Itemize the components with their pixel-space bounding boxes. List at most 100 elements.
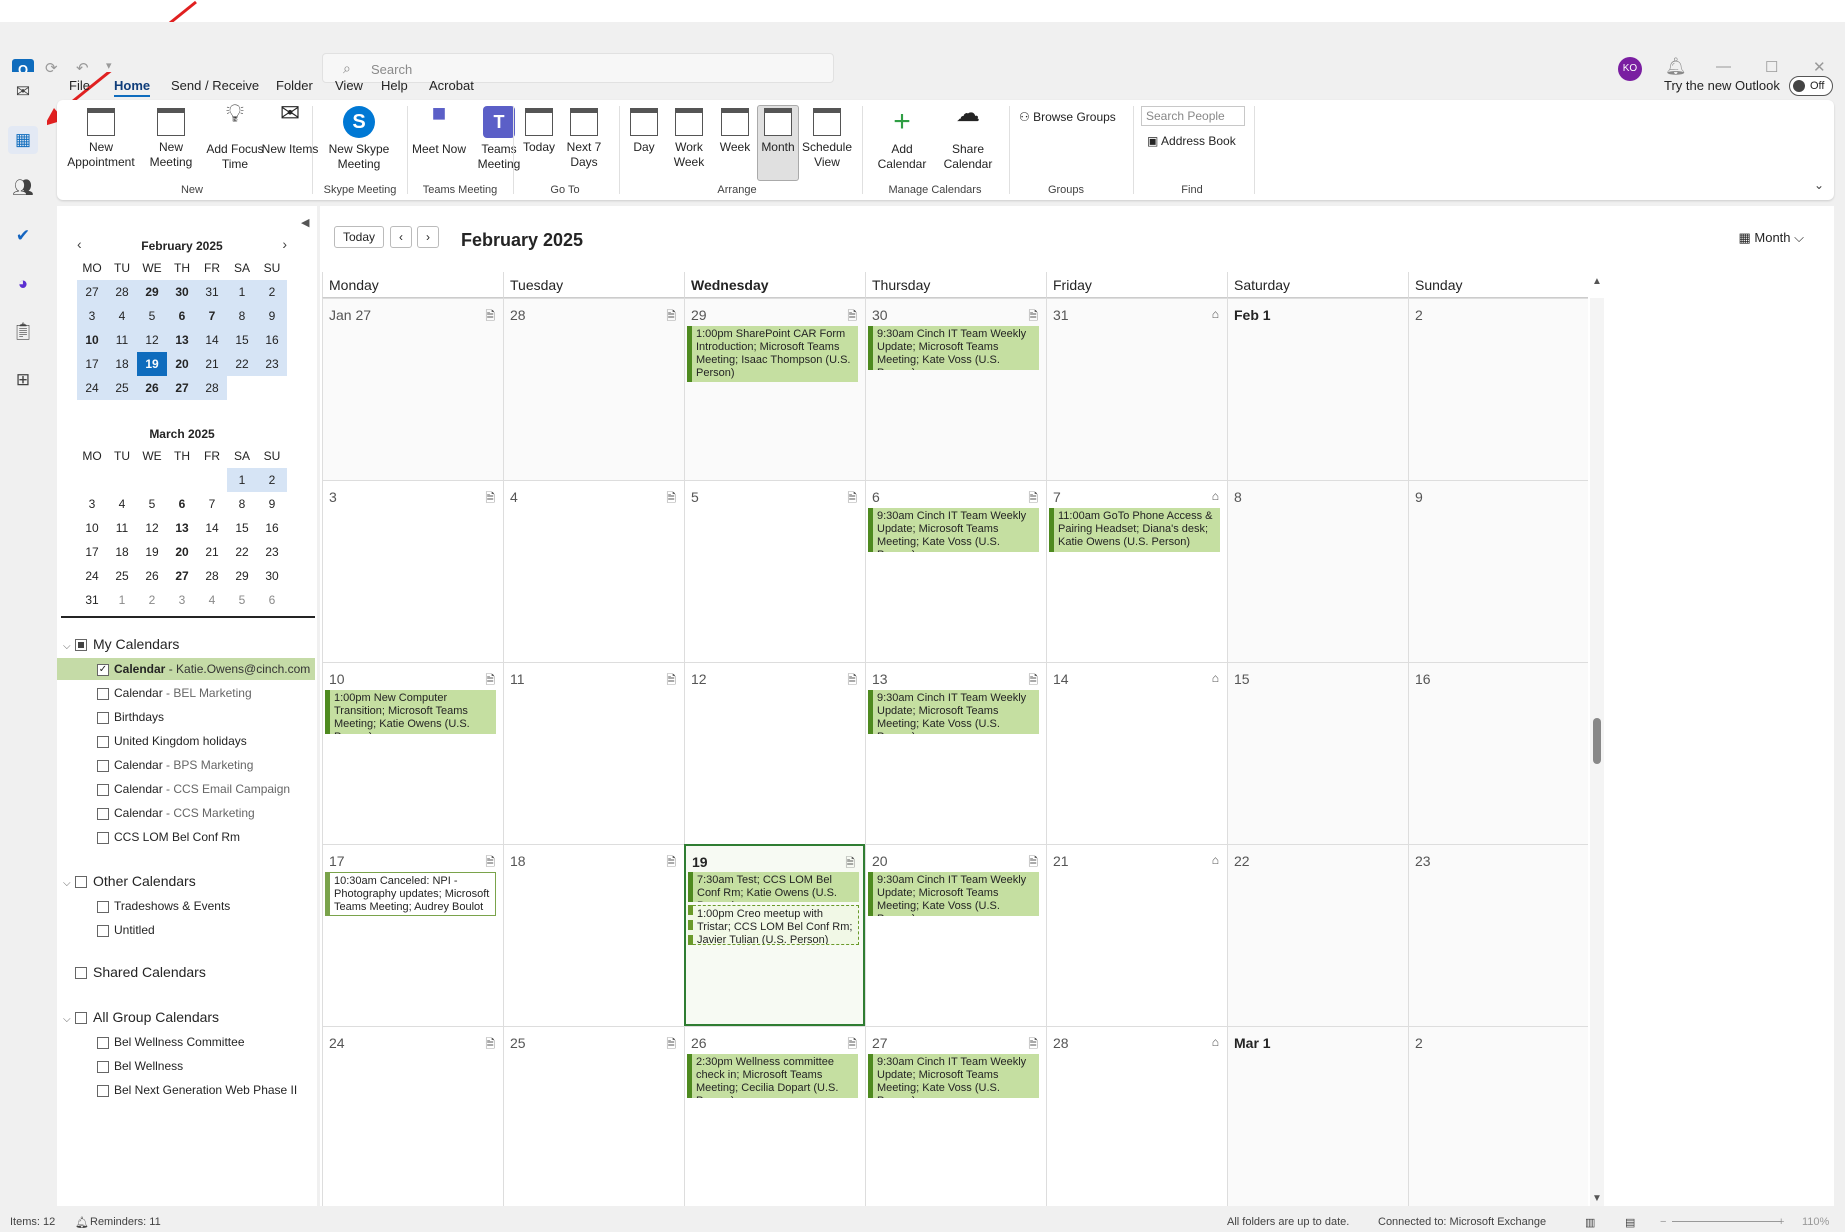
new-meeting-button[interactable]: New Meeting (143, 106, 199, 170)
mini-day[interactable]: 4 (107, 304, 137, 328)
add-calendar-button[interactable]: + Add Calendar (867, 106, 937, 172)
mini-day[interactable]: 27 (167, 564, 197, 588)
mini-day[interactable]: 3 (77, 304, 107, 328)
day-cell[interactable]: 30 🗎 9:30am Cinch IT Team Weekly Update; … (865, 298, 1046, 480)
mini-day[interactable]: 20 (167, 352, 197, 376)
calendar-item[interactable]: Birthdays (57, 706, 315, 728)
mini-day[interactable]: 24 (77, 376, 107, 400)
mini-day[interactable]: 23 (257, 540, 287, 564)
maximize-icon[interactable]: ☐ (1765, 58, 1778, 76)
day-cell-today[interactable]: 19 🗎 7:30am Test; CCS LOM Bel Conf Rm; Ka… (684, 844, 865, 1026)
mini-day[interactable]: 1 (227, 280, 257, 304)
day-cell[interactable]: 31 ⌂ (1046, 298, 1227, 480)
event-item[interactable]: 11:00am GoTo Phone Access & Pairing Head… (1049, 508, 1220, 552)
checkbox[interactable] (97, 712, 109, 724)
tab-send-receive[interactable]: Send / Receive (171, 78, 259, 93)
day-cell[interactable]: 13 🗎 9:30am Cinch IT Team Weekly Update; … (865, 662, 1046, 844)
event-item[interactable]: 9:30am Cinch IT Team Weekly Update; Micr… (868, 508, 1039, 552)
work-week-view-button[interactable]: Work Week (667, 106, 711, 170)
day-cell[interactable]: 16 (1408, 662, 1588, 844)
search-people-input[interactable]: Search People (1141, 106, 1245, 126)
mini-day[interactable]: 25 (107, 564, 137, 588)
tab-view[interactable]: View (335, 78, 363, 93)
reading-view-icon[interactable]: ▤ (1625, 1216, 1635, 1229)
reminders-count[interactable]: Reminders: 11 (90, 1216, 161, 1228)
day-cell[interactable]: 21 ⌂ (1046, 844, 1227, 1026)
day-cell[interactable]: 28 ⌂ (1046, 1026, 1227, 1206)
mini-day[interactable]: 4 (197, 588, 227, 612)
next-month-icon[interactable]: › (282, 236, 287, 252)
day-cell[interactable]: 12 🗎 (684, 662, 865, 844)
calendar-item[interactable]: Tradeshows & Events (57, 895, 315, 917)
today-nav-button[interactable]: Today (334, 226, 384, 248)
my-calendars-header[interactable]: ⌵ My Calendars (63, 636, 179, 652)
day-cell[interactable]: 7 ⌂ 11:00am GoTo Phone Access & Pairing H… (1046, 480, 1227, 662)
calendar-icon[interactable]: ▦ (8, 126, 38, 154)
mini-day[interactable]: 4 (107, 492, 137, 516)
scroll-up-icon[interactable]: ▲ (1592, 276, 1602, 287)
mini-day[interactable]: 26 (137, 564, 167, 588)
mini-day[interactable]: 16 (257, 328, 287, 352)
mini-day[interactable]: 15 (227, 328, 257, 352)
day-cell[interactable]: 14 ⌂ (1046, 662, 1227, 844)
event-item[interactable]: 1:00pm New Computer Transition; Microsof… (325, 690, 496, 734)
mini-day[interactable]: 7 (197, 492, 227, 516)
copilot-icon[interactable]: ◕ (8, 270, 38, 298)
mini-day[interactable]: 17 (77, 540, 107, 564)
mini-day[interactable]: 15 (227, 516, 257, 540)
mini-day[interactable] (167, 468, 197, 492)
group-checkbox[interactable] (75, 876, 87, 889)
share-calendar-button[interactable]: ☁ Share Calendar (933, 102, 1003, 172)
mini-day[interactable]: 2 (137, 588, 167, 612)
mini-day[interactable]: 21 (197, 540, 227, 564)
new-skype-meeting-button[interactable]: S New Skype Meeting (319, 106, 399, 172)
mini-day[interactable]: 11 (107, 516, 137, 540)
mini-day[interactable]: 18 (107, 540, 137, 564)
mini-day[interactable]: 13 (167, 516, 197, 540)
tab-help[interactable]: Help (381, 78, 408, 93)
mini-day[interactable]: 1 (107, 588, 137, 612)
mini-day[interactable]: 10 (77, 328, 107, 352)
mini-day[interactable]: 14 (197, 516, 227, 540)
day-cell[interactable]: 10 🗎 1:00pm New Computer Transition; Micr… (322, 662, 503, 844)
close-icon[interactable]: ✕ (1813, 58, 1826, 76)
month-view-button[interactable]: Month (757, 105, 799, 181)
event-item[interactable]: 7:30am Test; CCS LOM Bel Conf Rm; Katie … (688, 872, 859, 902)
next-icon[interactable]: › (417, 226, 439, 248)
day-cell[interactable]: 17 🗎 10:30am Canceled: NPI - Photography … (322, 844, 503, 1026)
day-cell[interactable]: 11 🗎 (503, 662, 684, 844)
day-cell[interactable]: 2 (1408, 298, 1588, 480)
calendar-item[interactable]: Calendar - CCS Email Campaign (57, 778, 315, 800)
group-checkbox[interactable] (75, 967, 87, 980)
previous-month-icon[interactable]: ‹ (77, 236, 82, 252)
mini-day-today[interactable]: 19 (137, 352, 167, 376)
new-outlook-toggle[interactable]: Off (1789, 76, 1833, 96)
mini-day[interactable]: 29 (227, 564, 257, 588)
day-cell[interactable]: 24 🗎 (322, 1026, 503, 1206)
mini-day[interactable]: 22 (227, 352, 257, 376)
day-cell[interactable]: 25 🗎 (503, 1026, 684, 1206)
checkbox[interactable] (97, 784, 109, 796)
mini-day[interactable] (227, 376, 257, 400)
scrollbar-thumb[interactable] (1593, 718, 1601, 764)
mini-day[interactable]: 30 (167, 280, 197, 304)
checkbox[interactable] (97, 736, 109, 748)
collapse-pane-icon[interactable]: ◀ (301, 216, 309, 229)
calendar-item[interactable]: Calendar - BPS Marketing (57, 754, 315, 776)
event-item[interactable]: 9:30am Cinch IT Team Weekly Update; Micr… (868, 326, 1039, 370)
tab-folder[interactable]: Folder (276, 78, 313, 93)
scroll-down-icon[interactable]: ▼ (1592, 1193, 1602, 1204)
event-item[interactable]: 9:30am Cinch IT Team Weekly Update; Micr… (868, 1054, 1039, 1098)
day-cell[interactable]: 3 🗎 (322, 480, 503, 662)
checkbox[interactable] (97, 925, 109, 937)
mini-day[interactable]: 2 (257, 468, 287, 492)
previous-icon[interactable]: ‹ (390, 226, 412, 248)
tab-home[interactable]: Home (114, 78, 151, 97)
calendar-item[interactable]: Bel Wellness (57, 1055, 315, 1077)
mini-day[interactable]: 27 (77, 280, 107, 304)
zoom-slider[interactable] (1672, 1221, 1782, 1222)
event-item-tentative[interactable]: 1:00pm Creo meetup with Tristar; CCS LOM… (688, 905, 859, 945)
day-cell[interactable]: Mar 1 (1227, 1026, 1408, 1206)
week-view-button[interactable]: Week (713, 106, 757, 155)
mini-day[interactable]: 26 (137, 376, 167, 400)
